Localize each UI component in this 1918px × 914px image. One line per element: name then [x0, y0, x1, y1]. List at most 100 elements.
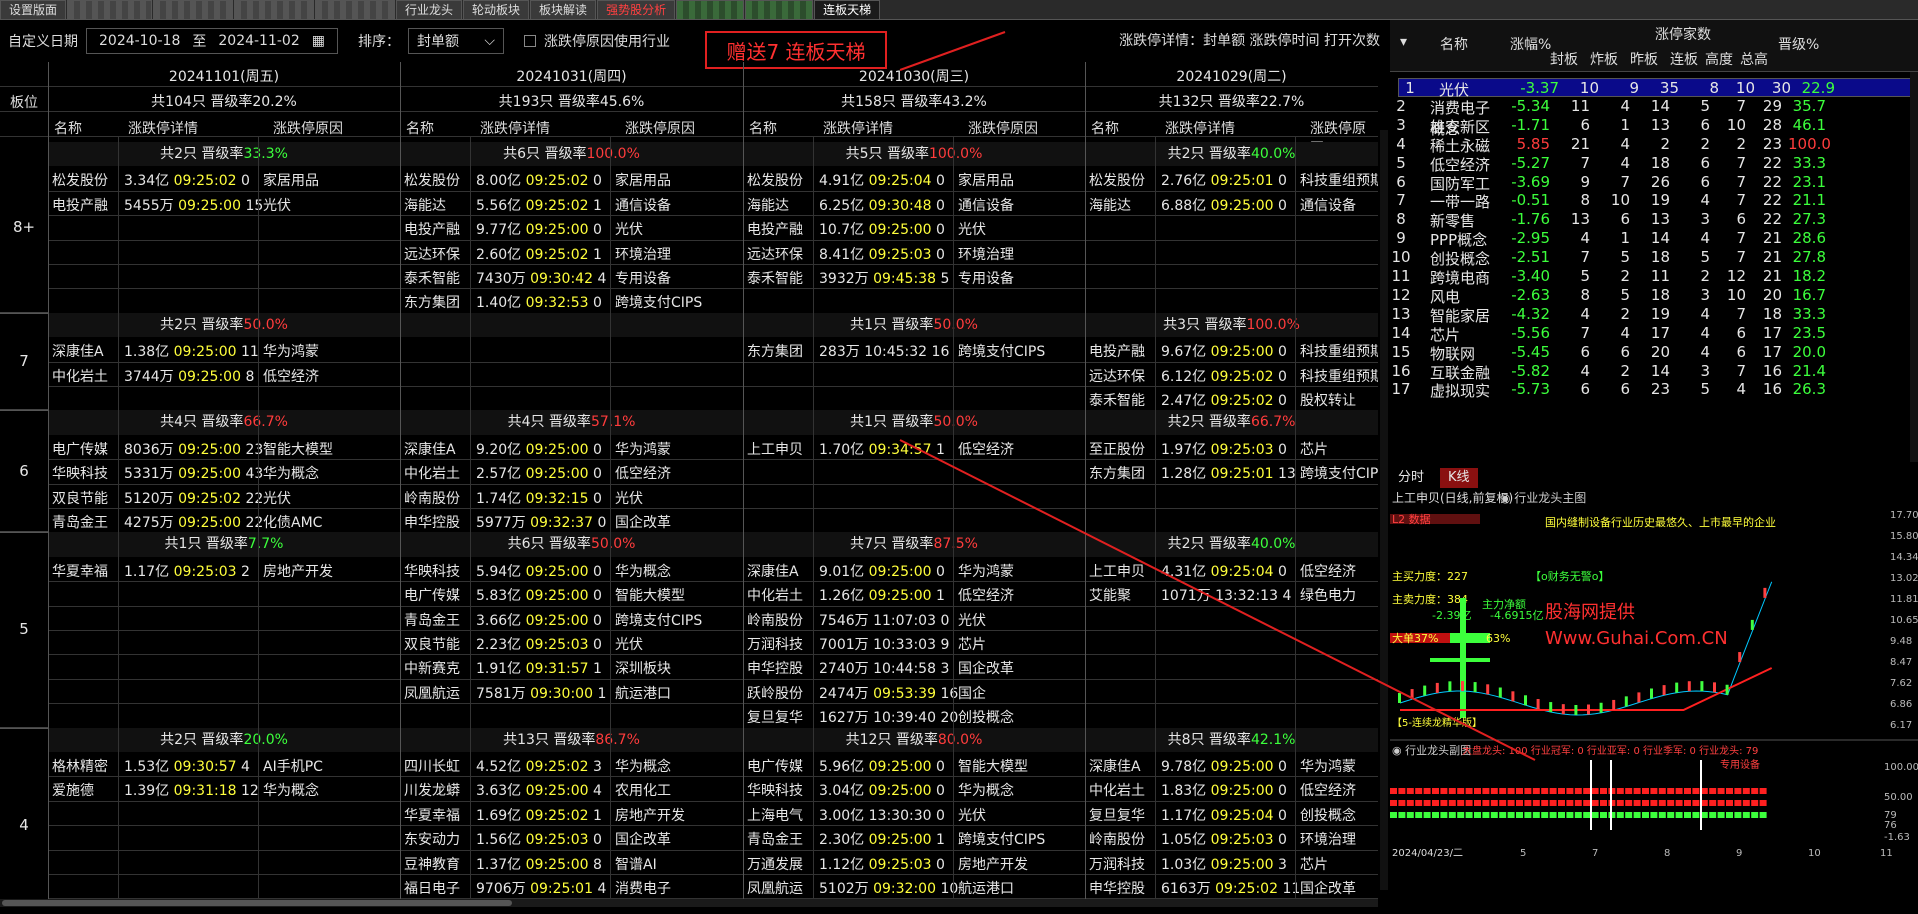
- stock-name[interactable]: 华夏幸福: [404, 805, 460, 825]
- stock-name[interactable]: 岭南股份: [1089, 829, 1145, 849]
- sector-row[interactable]: 6 国防军工 -3.69 9 7 26 6 7 22 23.1: [1390, 173, 1918, 193]
- stock-name[interactable]: 万润科技: [1089, 854, 1145, 874]
- stock-name[interactable]: 万润科技: [747, 634, 803, 654]
- stock-name[interactable]: 远达环保: [747, 244, 803, 264]
- stock-name[interactable]: 远达环保: [404, 244, 460, 264]
- stock-name[interactable]: 岭南股份: [404, 488, 460, 508]
- stock-name[interactable]: 双良节能: [52, 488, 108, 508]
- date-range-picker[interactable]: 2024-10-18 至 2024-11-02 ▦: [86, 28, 338, 54]
- sector-row[interactable]: 3 雄安新区 -1.71 6 1 13 6 10 28 46.1: [1390, 116, 1918, 136]
- stock-name[interactable]: 青岛金王: [747, 829, 803, 849]
- stock-name[interactable]: 福日电子: [404, 878, 460, 898]
- stock-name[interactable]: 岭南股份: [747, 610, 803, 630]
- tab-3[interactable]: [234, 0, 315, 19]
- tab-9[interactable]: [676, 0, 745, 19]
- sector-col-header[interactable]: 晋级%: [1778, 34, 1819, 54]
- stock-name[interactable]: 泰禾智能: [747, 268, 803, 288]
- stock-name[interactable]: 泰禾智能: [1089, 390, 1145, 410]
- stock-name[interactable]: 中化岩土: [52, 366, 108, 386]
- sector-row[interactable]: 2 消费电子概念 -5.34 11 4 14 5 7 29 35.7: [1390, 97, 1918, 138]
- sector-row[interactable]: 11 跨境电商 -3.40 5 2 11 2 12 21 18.2: [1390, 267, 1918, 287]
- sector-col-header[interactable]: 炸板: [1590, 49, 1618, 69]
- sector-col-header[interactable]: 封板: [1550, 49, 1578, 69]
- sector-row[interactable]: 12 风电 -2.63 8 5 18 3 10 20 16.7: [1390, 286, 1918, 306]
- sector-row[interactable]: 17 虚拟现实 -5.73 6 6 23 5 4 16 26.3: [1390, 380, 1918, 400]
- sector-col-header[interactable]: 涨幅%: [1510, 34, 1551, 54]
- stock-name[interactable]: 松发股份: [404, 170, 460, 190]
- stock-name[interactable]: 华映科技: [747, 780, 803, 800]
- stock-name[interactable]: 电广传媒: [404, 585, 460, 605]
- stock-name[interactable]: 凤凰航运: [747, 878, 803, 898]
- stock-name[interactable]: 至正股份: [1089, 439, 1145, 459]
- stock-name[interactable]: 跃岭股份: [747, 683, 803, 703]
- stock-name[interactable]: 艾能聚: [1089, 585, 1131, 605]
- stock-name[interactable]: 电投产融: [404, 219, 460, 239]
- tab-8[interactable]: 强势股分析: [597, 0, 676, 19]
- stock-name[interactable]: 申华控股: [747, 658, 803, 678]
- tab-timeshare[interactable]: 分时: [1390, 468, 1432, 488]
- tab-5[interactable]: 行业龙头: [396, 0, 463, 19]
- stock-name[interactable]: 海能达: [1089, 195, 1131, 215]
- reason-industry-checkbox[interactable]: [523, 35, 536, 47]
- sector-row[interactable]: 10 创投概念 -2.51 7 5 18 5 7 21 27.8: [1390, 248, 1918, 268]
- stock-name[interactable]: 东安动力: [404, 829, 460, 849]
- stock-name[interactable]: 东方集团: [747, 341, 803, 361]
- tab-kline[interactable]: K线: [1440, 468, 1478, 488]
- chevron-down-icon[interactable]: ▾: [1400, 34, 1407, 50]
- stock-name[interactable]: 华映科技: [52, 463, 108, 483]
- tab-11[interactable]: 连板天梯: [814, 0, 881, 19]
- sector-col-header[interactable]: 连板: [1670, 49, 1698, 69]
- sort-select[interactable]: 封单额 ⌵: [407, 28, 504, 54]
- stock-name[interactable]: 东方集团: [1089, 463, 1145, 483]
- tab-2[interactable]: [153, 0, 234, 19]
- stock-name[interactable]: 东方集团: [404, 292, 460, 312]
- tab-7[interactable]: 板块解读: [530, 0, 597, 19]
- stock-name[interactable]: 中化岩土: [747, 585, 803, 605]
- stock-name[interactable]: 青岛金王: [52, 512, 108, 532]
- stock-name[interactable]: 电投产融: [1089, 341, 1145, 361]
- stock-name[interactable]: 中新赛克: [404, 658, 460, 678]
- sector-row[interactable]: 4 稀土永磁 5.85 21 4 2 2 2 23 100.0: [1390, 135, 1918, 155]
- stock-name[interactable]: 海能达: [404, 195, 446, 215]
- vertical-scrollbar[interactable]: [1380, 130, 1388, 890]
- stock-name[interactable]: 电广传媒: [52, 439, 108, 459]
- stock-name[interactable]: 申华控股: [1089, 878, 1145, 898]
- sector-scrollbar[interactable]: [1910, 72, 1918, 462]
- stock-name[interactable]: 松发股份: [1089, 170, 1145, 190]
- scroll-thumb[interactable]: [2, 900, 512, 906]
- stock-name[interactable]: 川发龙蟒: [404, 780, 460, 800]
- stock-name[interactable]: 深康佳A: [1089, 756, 1141, 776]
- sector-row[interactable]: 1 光伏 -3.37 10 9 35 8 10 30 22.9: [1398, 78, 1918, 99]
- sector-row[interactable]: 8 新零售 -1.76 13 6 13 3 6 22 27.3: [1390, 210, 1918, 230]
- tab-6[interactable]: 轮动板块: [463, 0, 530, 19]
- stock-name[interactable]: 中化岩土: [404, 463, 460, 483]
- stock-name[interactable]: 复旦复华: [1089, 805, 1145, 825]
- sector-row[interactable]: 9 PPP概念 -2.95 4 1 14 4 7 21 28.6: [1390, 229, 1918, 249]
- stock-name[interactable]: 松发股份: [52, 170, 108, 190]
- tab-10[interactable]: [745, 0, 814, 19]
- stock-name[interactable]: 电投产融: [52, 195, 108, 215]
- sector-col-header[interactable]: 名称: [1440, 34, 1468, 54]
- stock-name[interactable]: 青岛金王: [404, 610, 460, 630]
- tab-4[interactable]: [315, 0, 396, 19]
- sector-col-header[interactable]: 总高: [1740, 49, 1768, 69]
- stock-name[interactable]: 深康佳A: [404, 439, 456, 459]
- stock-name[interactable]: 凤凰航运: [404, 683, 460, 703]
- stock-name[interactable]: 松发股份: [747, 170, 803, 190]
- calendar-icon[interactable]: ▦: [312, 33, 325, 49]
- stock-name[interactable]: 格林精密: [52, 756, 108, 776]
- stock-name[interactable]: 双良节能: [404, 634, 460, 654]
- sector-col-header[interactable]: 高度: [1705, 49, 1733, 69]
- stock-name[interactable]: 海能达: [747, 195, 789, 215]
- stock-name[interactable]: 复旦复华: [747, 707, 803, 727]
- stock-name[interactable]: 电投产融: [747, 219, 803, 239]
- stock-name[interactable]: 电广传媒: [747, 756, 803, 776]
- stock-name[interactable]: 上海电气: [747, 805, 803, 825]
- date-from[interactable]: 2024-10-18: [99, 33, 180, 49]
- sector-row[interactable]: 5 低空经济 -5.27 7 4 18 6 7 22 33.3: [1390, 154, 1918, 174]
- tab-0[interactable]: 设置版面: [0, 0, 67, 19]
- sector-row[interactable]: 7 一带一路 -0.51 8 10 19 4 7 22 21.1: [1390, 191, 1918, 211]
- stock-name[interactable]: 豆神教育: [404, 854, 460, 874]
- stock-name[interactable]: 华映科技: [404, 561, 460, 581]
- stock-name[interactable]: 深康佳A: [747, 561, 799, 581]
